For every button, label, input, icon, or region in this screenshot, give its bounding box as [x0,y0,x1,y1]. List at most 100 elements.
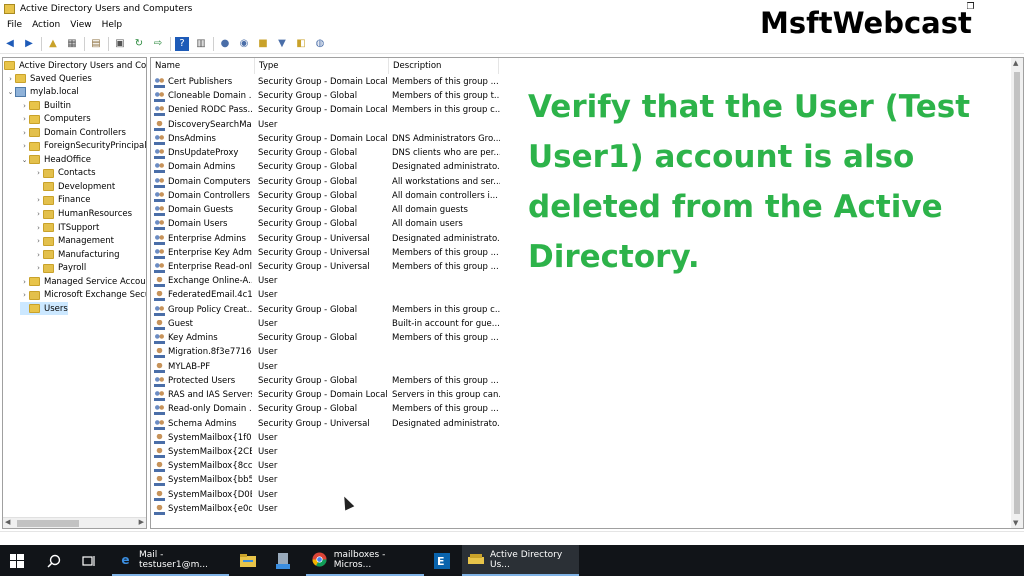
tree-item[interactable]: › ITSupport [34,221,99,234]
back-arrow-icon[interactable]: ◀ [3,37,17,51]
up-folder-icon[interactable]: ▲ [46,37,60,51]
list-row[interactable]: SystemMailbox{8cc... User [151,460,501,474]
taskbar-edge-mail[interactable]: e Mail - testuser1@m... [112,545,229,576]
taskbar-chrome-mailboxes[interactable]: mailboxes - Micros... [306,545,424,576]
export-list-icon[interactable]: ⇨ [151,37,165,51]
expand-chevron-icon[interactable]: › [20,129,29,137]
expand-chevron-icon[interactable]: › [20,278,29,286]
list-row[interactable]: Enterprise Read-onl... Security Group - U… [151,261,501,275]
list-row[interactable]: Domain Guests Security Group - Global All … [151,204,501,218]
expand-chevron-icon[interactable]: › [34,237,43,245]
tree-item[interactable]: Development [34,180,115,193]
list-row[interactable]: Group Policy Creat... Security Group - Gl… [151,304,501,318]
tree-item[interactable]: › Management [34,235,114,248]
add-to-group-icon[interactable]: ◍ [313,37,327,51]
tree-horizontal-scrollbar[interactable]: ◀ ▶ [3,517,146,528]
list-row[interactable]: Guest User Built-in account for gue... [151,318,501,332]
scroll-left-icon[interactable]: ◀ [5,518,10,526]
list-row[interactable]: Migration.8f3e7716... User [151,346,501,360]
menu-action[interactable]: Action [32,20,60,30]
tree-item[interactable]: › Managed Service Accour [20,275,146,288]
expand-chevron-icon[interactable]: › [20,102,29,110]
list-row[interactable]: Domain Controllers Security Group - Globa… [151,190,501,204]
list-row[interactable]: MYLAB-PF User [151,361,501,375]
taskbar-active-directory[interactable]: Active Directory Us... [462,545,579,576]
expand-chevron-icon[interactable]: › [34,264,43,272]
tree-item[interactable]: › Payroll [34,262,86,275]
tree-item[interactable]: › Finance [34,194,90,207]
menu-help[interactable]: Help [102,20,123,30]
expand-chevron-icon[interactable]: › [20,115,29,123]
scroll-down-icon[interactable]: ▼ [1013,519,1018,527]
list-row[interactable]: Cert Publishers Security Group - Domain L… [151,76,501,90]
expand-chevron-icon[interactable]: › [34,210,43,218]
new-group-icon[interactable]: ◉ [237,37,251,51]
tree-item[interactable]: › Domain Controllers [20,126,126,139]
tree-item[interactable]: › ForeignSecurityPrincipals [20,140,146,153]
new-ou-icon[interactable]: ■ [256,37,270,51]
tree-item[interactable]: ⌄ mylab.local [6,86,79,99]
list-row[interactable]: SystemMailbox{D0E... User [151,489,501,503]
list-row[interactable]: SystemMailbox{2CE... User [151,446,501,460]
collapse-chevron-icon[interactable]: ⌄ [20,156,29,164]
list-row[interactable]: RAS and IAS Servers Security Group - Doma… [151,389,501,403]
list-vertical-scrollbar[interactable]: ▲ ▼ [1011,58,1023,528]
list-row[interactable]: Exchange Online-A... User [151,275,501,289]
list-row[interactable]: Domain Computers Security Group - Global A… [151,176,501,190]
list-row[interactable]: Read-only Domain ... Security Group - Glo… [151,403,501,417]
tree-item[interactable]: Users [20,302,68,316]
expand-chevron-icon[interactable]: › [34,224,43,232]
start-windows-icon[interactable] [10,545,28,576]
refresh-icon[interactable]: ↻ [132,37,146,51]
tree-item[interactable]: › Saved Queries [6,72,92,85]
clipboard-icon[interactable]: ▤ [89,37,103,51]
menu-file[interactable]: File [7,20,22,30]
new-user-icon[interactable]: ● [218,37,232,51]
tree-item[interactable]: › Microsoft Exchange Secu [20,289,146,302]
list-row[interactable]: SystemMailbox{1f0... User [151,432,501,446]
scroll-up-icon[interactable]: ▲ [1013,59,1018,67]
list-row[interactable]: Schema Admins Security Group - Universal D… [151,418,501,432]
column-header-description[interactable]: Description [389,58,499,74]
tree-root[interactable]: Active Directory Users and Com [4,59,146,72]
list-row[interactable]: DnsUpdateProxy Security Group - Global DNS… [151,147,501,161]
tree-item[interactable]: › Contacts [34,167,95,180]
list-row[interactable]: Key Admins Security Group - Global Members… [151,332,501,346]
column-header-type[interactable]: Type [255,58,389,74]
search-icon[interactable] [47,545,61,576]
expand-chevron-icon[interactable]: › [20,142,29,150]
list-row[interactable]: DiscoverySearchMa... User [151,119,501,133]
list-row[interactable]: FederatedEmail.4c1... User [151,289,501,303]
expand-chevron-icon[interactable]: › [34,169,43,177]
tree-item[interactable]: › HumanResources [34,208,132,221]
expand-chevron-icon[interactable]: › [34,251,43,259]
tree-scroll-thumb[interactable] [17,520,79,527]
expand-chevron-icon[interactable]: › [34,196,43,204]
tree-item[interactable]: › Computers [20,113,91,126]
expand-chevron-icon[interactable]: › [6,75,15,83]
exchange-icon[interactable]: E [434,545,450,576]
list-row[interactable]: Denied RODC Pass... Security Group - Doma… [151,104,501,118]
server-manager-icon[interactable] [276,545,290,576]
list-row[interactable]: Enterprise Key Adm... Security Group - Un… [151,247,501,261]
list-row[interactable]: Domain Users Security Group - Global All d… [151,218,501,232]
list-row[interactable]: DnsAdmins Security Group - Domain Local DN… [151,133,501,147]
list-row[interactable]: Protected Users Security Group - Global Me… [151,375,501,389]
collapse-chevron-icon[interactable]: ⌄ [6,88,15,96]
menu-view[interactable]: View [70,20,91,30]
scroll-right-icon[interactable]: ▶ [139,518,144,526]
properties-icon[interactable]: ▣ [113,37,127,51]
list-row[interactable]: Enterprise Admins Security Group - Univer… [151,233,501,247]
find-icon[interactable]: ◧ [294,37,308,51]
forward-arrow-icon[interactable]: ▶ [22,37,36,51]
list-row[interactable]: SystemMailbox{bb5... User [151,474,501,488]
help-icon[interactable]: ? [175,36,189,51]
expand-chevron-icon[interactable]: › [20,291,29,299]
file-explorer-icon[interactable] [240,545,256,576]
tree-item[interactable]: › Manufacturing [34,248,119,261]
tree-item[interactable]: ⌄ HeadOffice [20,153,91,166]
console-tree[interactable]: Active Directory Users and Com › Saved Qu… [2,57,147,529]
list-row[interactable]: SystemMailbox{e0d... User [151,503,501,517]
show-tree-icon[interactable]: ▦ [65,37,79,51]
mmc-view-icon[interactable]: ▥ [194,37,208,51]
